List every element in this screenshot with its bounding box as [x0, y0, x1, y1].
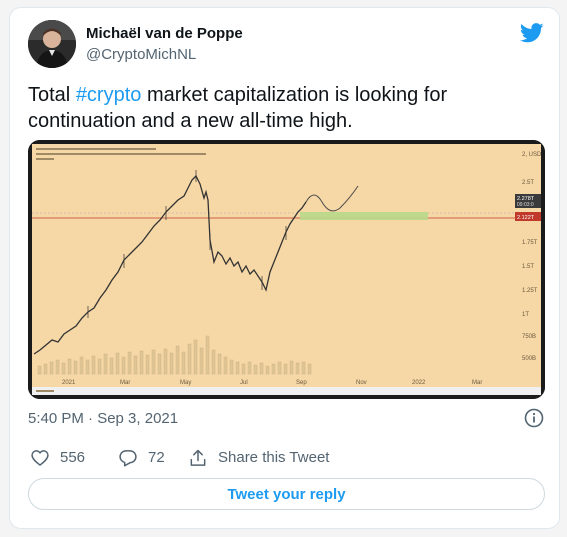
- like-button[interactable]: 556: [30, 448, 85, 468]
- tweet-text-start: Total: [28, 84, 76, 106]
- author-handle[interactable]: @CryptoMichNL: [86, 46, 196, 63]
- chart-image[interactable]: 2, USD 2.5T 1.75T 1.5T 1.25T 1T 750B 500…: [28, 140, 545, 399]
- level-price-value: 2.122T: [517, 215, 535, 221]
- author-name[interactable]: Michaël van de Poppe: [86, 25, 243, 42]
- tweet-your-reply-button[interactable]: Tweet your reply: [28, 478, 545, 510]
- time-axis-label: May: [180, 380, 191, 386]
- tweet-card: Michaël van de Poppe @CryptoMichNL Total…: [9, 7, 560, 529]
- time-axis-label: Mar: [120, 380, 130, 386]
- time-axis-label: 2022: [412, 380, 426, 386]
- avatar[interactable]: [28, 20, 76, 68]
- price-axis-label: 750B: [522, 334, 536, 340]
- info-icon[interactable]: [524, 408, 544, 428]
- hashtag-link[interactable]: #crypto: [76, 84, 142, 106]
- price-axis-label: 500B: [522, 356, 536, 362]
- like-count: 556: [60, 449, 86, 466]
- price-axis-label: 1.75T: [522, 240, 538, 246]
- share-button[interactable]: Share this Tweet: [188, 448, 329, 468]
- price-axis-label: 1T: [522, 312, 529, 318]
- reply-button[interactable]: 72: [118, 448, 165, 468]
- time-axis-label: 2021: [62, 380, 76, 386]
- price-axis-label: 1.25T: [522, 288, 538, 294]
- time-axis-label: Mar: [472, 380, 482, 386]
- tweet-text: Total #crypto market capitalization is l…: [28, 82, 548, 134]
- price-axis-label: 1.5T: [522, 264, 534, 270]
- price-axis-label: 2.5T: [522, 180, 534, 186]
- reply-bubble-icon: [119, 450, 137, 467]
- market-cap-chart: 2, USD 2.5T 1.75T 1.5T 1.25T 1T 750B 500…: [28, 140, 545, 399]
- current-price-countdown: 09:03:0: [517, 202, 534, 208]
- time-axis-label: Nov: [356, 380, 367, 386]
- reply-count: 72: [148, 449, 165, 466]
- time-axis-label: Sep: [296, 380, 307, 386]
- share-label: Share this Tweet: [218, 449, 330, 466]
- time-axis-label: Jul: [240, 380, 248, 386]
- share-icon: [190, 449, 206, 466]
- heart-icon: [31, 450, 49, 466]
- tweet-timestamp[interactable]: 5:40 PM · Sep 3, 2021: [28, 410, 178, 427]
- twitter-bird-icon[interactable]: [520, 22, 544, 44]
- price-axis-label: 2, USD: [522, 152, 542, 158]
- tweet-actions: 556 72 Share this Tweet: [28, 448, 548, 472]
